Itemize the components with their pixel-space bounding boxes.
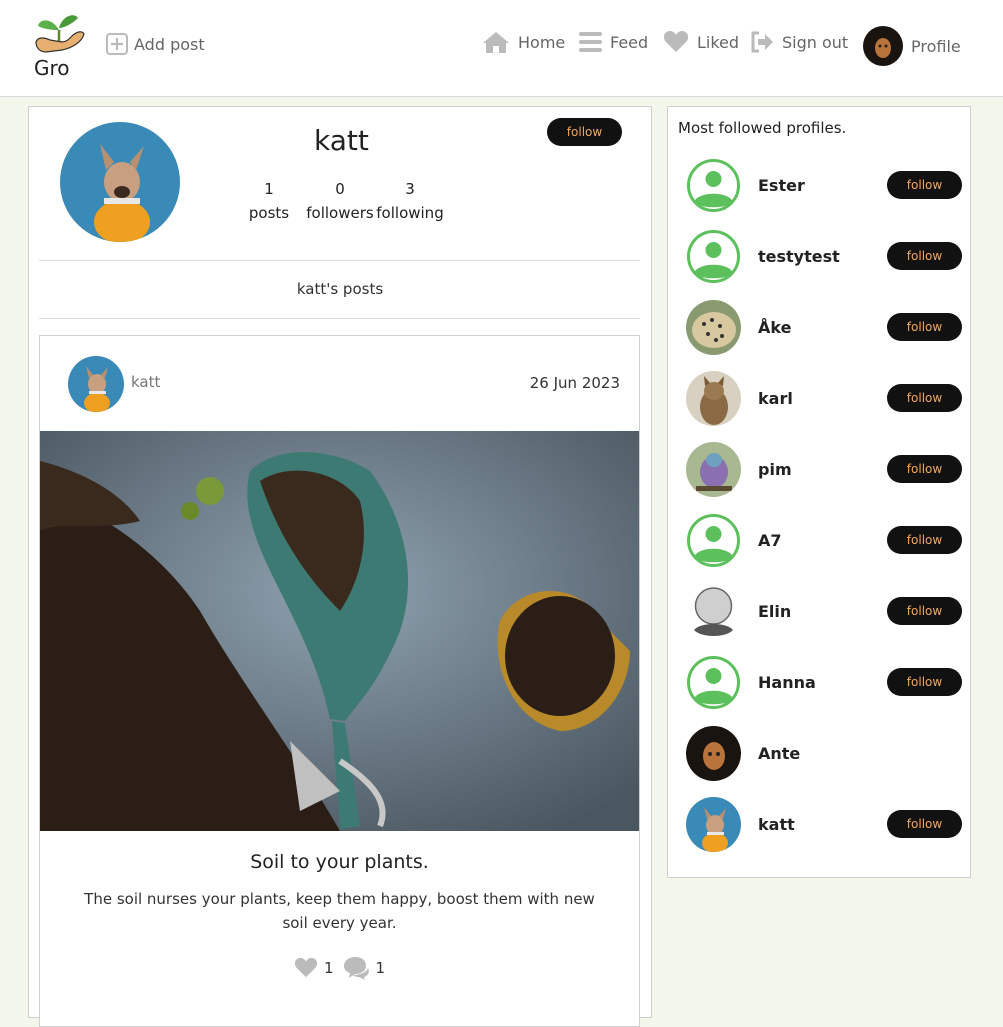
post-title: Soil to your plants. bbox=[250, 851, 429, 873]
posts-heading: katt's posts bbox=[296, 280, 384, 298]
default-user-icon[interactable] bbox=[686, 229, 741, 284]
post-body: The soil nurses your plants, keep them h… bbox=[84, 890, 595, 932]
profile-name[interactable]: A7 bbox=[758, 531, 887, 550]
nav-profile[interactable]: Profile bbox=[863, 26, 961, 66]
add-post-link[interactable]: Add post bbox=[106, 33, 205, 55]
nav-home[interactable]: Home bbox=[482, 30, 565, 54]
follow-button[interactable]: follow bbox=[887, 668, 962, 696]
stat-followers[interactable]: 0 followers bbox=[304, 177, 376, 225]
profile-avatar[interactable] bbox=[686, 441, 741, 497]
profile-name[interactable]: Elin bbox=[758, 602, 887, 621]
profile-name[interactable]: Hanna bbox=[758, 673, 887, 692]
profile-name[interactable]: pim bbox=[758, 460, 887, 479]
add-post-label: Add post bbox=[134, 34, 205, 54]
follow-button[interactable]: follow bbox=[887, 242, 962, 270]
heart-icon bbox=[294, 957, 318, 978]
profile-card: katt follow 1 posts 0 followers 3 follow… bbox=[28, 106, 652, 1027]
post-author[interactable]: katt bbox=[131, 373, 160, 391]
default-user-icon[interactable] bbox=[686, 158, 741, 213]
nav-sign-out[interactable]: Sign out bbox=[750, 30, 848, 54]
stat-posts-label: posts bbox=[248, 204, 290, 222]
nav-sign-out-label: Sign out bbox=[782, 32, 849, 52]
comments-icon bbox=[343, 957, 369, 980]
profile-row: Elin follow bbox=[686, 583, 962, 639]
profile-row: Ester follow bbox=[686, 157, 962, 213]
stat-following-label: following bbox=[376, 204, 444, 222]
profile-name[interactable]: Ante bbox=[758, 744, 962, 763]
profile-name[interactable]: Ester bbox=[758, 176, 887, 195]
bars-icon bbox=[579, 32, 602, 52]
stat-followers-value: 0 bbox=[335, 180, 345, 198]
profile-row: A7 follow bbox=[686, 512, 962, 568]
home-icon bbox=[483, 32, 509, 53]
post-card: katt 26 Jun 2023 Soil to your plants. Th… bbox=[39, 335, 640, 1027]
follow-button[interactable]: follow bbox=[887, 810, 962, 838]
nav-profile-label: Profile bbox=[911, 36, 961, 56]
post-actions: 1 1 bbox=[40, 956, 639, 980]
profile-avatar[interactable] bbox=[686, 370, 741, 426]
follow-button[interactable]: follow bbox=[887, 597, 962, 625]
profile-username: katt bbox=[314, 124, 369, 157]
post-author-avatar[interactable] bbox=[68, 356, 124, 412]
default-user-icon[interactable] bbox=[686, 584, 741, 639]
profile-row: Åke follow bbox=[686, 299, 962, 355]
post-image bbox=[40, 431, 639, 831]
stat-following[interactable]: 3 following bbox=[374, 177, 446, 225]
stat-followers-label: followers bbox=[306, 204, 374, 222]
nav-feed[interactable]: Feed bbox=[579, 30, 648, 54]
follow-button[interactable]: follow bbox=[887, 455, 962, 483]
profile-row: katt follow bbox=[686, 796, 962, 852]
profile-name[interactable]: testytest bbox=[758, 247, 887, 266]
plus-square-icon bbox=[106, 33, 128, 55]
profile-name[interactable]: karl bbox=[758, 389, 887, 408]
comment-action[interactable]: 1 bbox=[342, 956, 386, 980]
stat-posts: 1 posts bbox=[244, 177, 294, 225]
sidebar-title: Most followed profiles. bbox=[678, 119, 847, 137]
follow-button[interactable]: follow bbox=[887, 384, 962, 412]
post-date: 26 Jun 2023 bbox=[529, 374, 620, 392]
profile-row: pim follow bbox=[686, 441, 962, 497]
divider bbox=[39, 260, 640, 261]
most-followed-sidebar: Most followed profiles. Ester follow testy… bbox=[667, 106, 971, 878]
nav-liked-label: Liked bbox=[697, 32, 740, 52]
profile-name[interactable]: Åke bbox=[758, 318, 887, 337]
logo-text[interactable]: Gro bbox=[34, 56, 70, 80]
profile-avatar[interactable] bbox=[686, 299, 741, 355]
stat-posts-value: 1 bbox=[264, 180, 274, 198]
follow-button[interactable]: follow bbox=[887, 526, 962, 554]
sign-out-icon bbox=[751, 31, 773, 53]
default-user-icon[interactable] bbox=[686, 655, 741, 710]
profile-row: Hanna follow bbox=[686, 654, 962, 710]
default-user-icon[interactable] bbox=[686, 513, 741, 568]
follow-button[interactable]: follow bbox=[887, 313, 962, 341]
nav-feed-label: Feed bbox=[610, 32, 649, 52]
profile-name[interactable]: katt bbox=[758, 815, 887, 834]
like-action[interactable]: 1 bbox=[294, 957, 334, 979]
profile-row: Ante bbox=[686, 725, 962, 781]
nav-liked[interactable]: Liked bbox=[663, 30, 739, 54]
comment-count: 1 bbox=[375, 959, 386, 977]
stat-following-value: 3 bbox=[405, 180, 415, 198]
profile-row: testytest follow bbox=[686, 228, 962, 284]
profile-row: karl follow bbox=[686, 370, 962, 426]
follow-button[interactable]: follow bbox=[887, 171, 962, 199]
profile-avatar bbox=[60, 122, 180, 242]
heart-icon bbox=[663, 31, 689, 52]
nav-home-label: Home bbox=[518, 32, 566, 52]
profile-follow-button[interactable]: follow bbox=[547, 118, 622, 146]
user-avatar bbox=[863, 26, 903, 66]
like-count: 1 bbox=[323, 959, 334, 977]
profile-avatar[interactable] bbox=[686, 725, 741, 781]
profile-avatar[interactable] bbox=[686, 796, 741, 852]
divider bbox=[39, 318, 640, 319]
top-navbar: Gro Add post Home Feed Liked Sign out Pr… bbox=[0, 0, 1003, 97]
